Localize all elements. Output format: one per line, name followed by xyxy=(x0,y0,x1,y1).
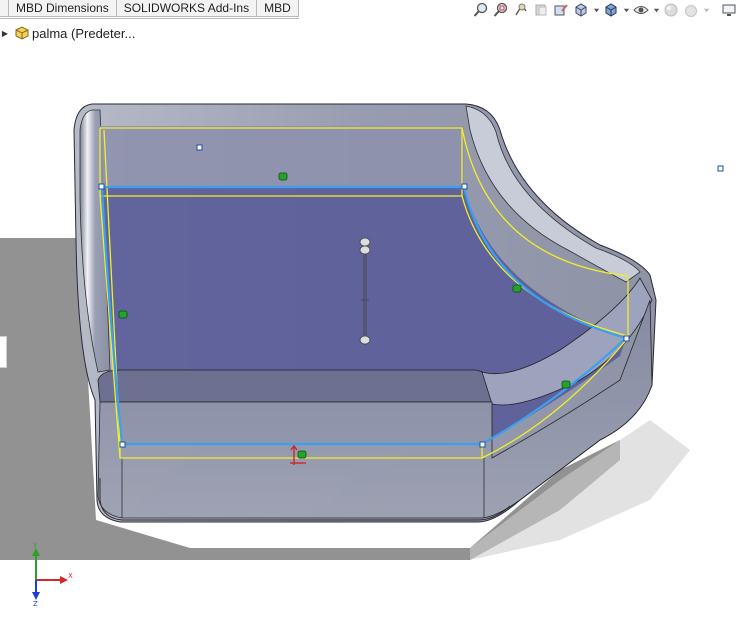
panel-collapse-handle[interactable] xyxy=(0,336,7,368)
section-view-icon[interactable] xyxy=(532,2,550,18)
reference-triad: Y X Z xyxy=(32,542,73,606)
tab-previous-partial[interactable] xyxy=(0,0,9,17)
dynamic-annotation-icon[interactable] xyxy=(552,2,570,18)
previous-view-icon[interactable] xyxy=(512,2,530,18)
apply-scene-icon[interactable] xyxy=(682,2,700,18)
tab-solidworks-add-ins[interactable]: SOLIDWORKS Add-Ins xyxy=(116,0,258,17)
triad-x-label: X xyxy=(68,572,73,580)
zoom-to-fit-icon[interactable] xyxy=(472,2,490,18)
edit-appearance-icon[interactable] xyxy=(662,2,680,18)
view-orientation-icon[interactable] xyxy=(572,2,590,18)
feature-tree-flyout[interactable]: ▶ palma (Predeter... xyxy=(0,25,135,41)
tab-mbd[interactable]: MBD xyxy=(257,0,299,17)
triad-y-label: Y xyxy=(32,542,38,550)
chevron-down-icon[interactable] xyxy=(622,2,630,18)
graphics-area[interactable] xyxy=(0,40,736,627)
command-manager-tabs: MBD Dimensions SOLIDWORKS Add-Ins MBD xyxy=(0,0,299,19)
front-lip xyxy=(97,369,493,403)
chevron-down-icon[interactable] xyxy=(592,2,600,18)
model-view[interactable] xyxy=(0,40,736,627)
part-icon xyxy=(15,26,29,40)
expand-arrow-icon[interactable]: ▶ xyxy=(0,29,10,38)
hide-show-items-icon[interactable] xyxy=(632,2,650,18)
chevron-down-icon[interactable] xyxy=(652,2,660,18)
tab-mbd-dimensions[interactable]: MBD Dimensions xyxy=(9,0,117,17)
heads-up-view-toolbar xyxy=(472,2,736,18)
view-settings-icon[interactable] xyxy=(720,2,736,18)
part-name: palma (Predeter... xyxy=(32,25,136,41)
triad-z-label: Z xyxy=(33,600,38,606)
display-style-icon[interactable] xyxy=(602,2,620,18)
chevron-down-icon[interactable] xyxy=(702,2,710,18)
zoom-to-area-icon[interactable] xyxy=(492,2,510,18)
